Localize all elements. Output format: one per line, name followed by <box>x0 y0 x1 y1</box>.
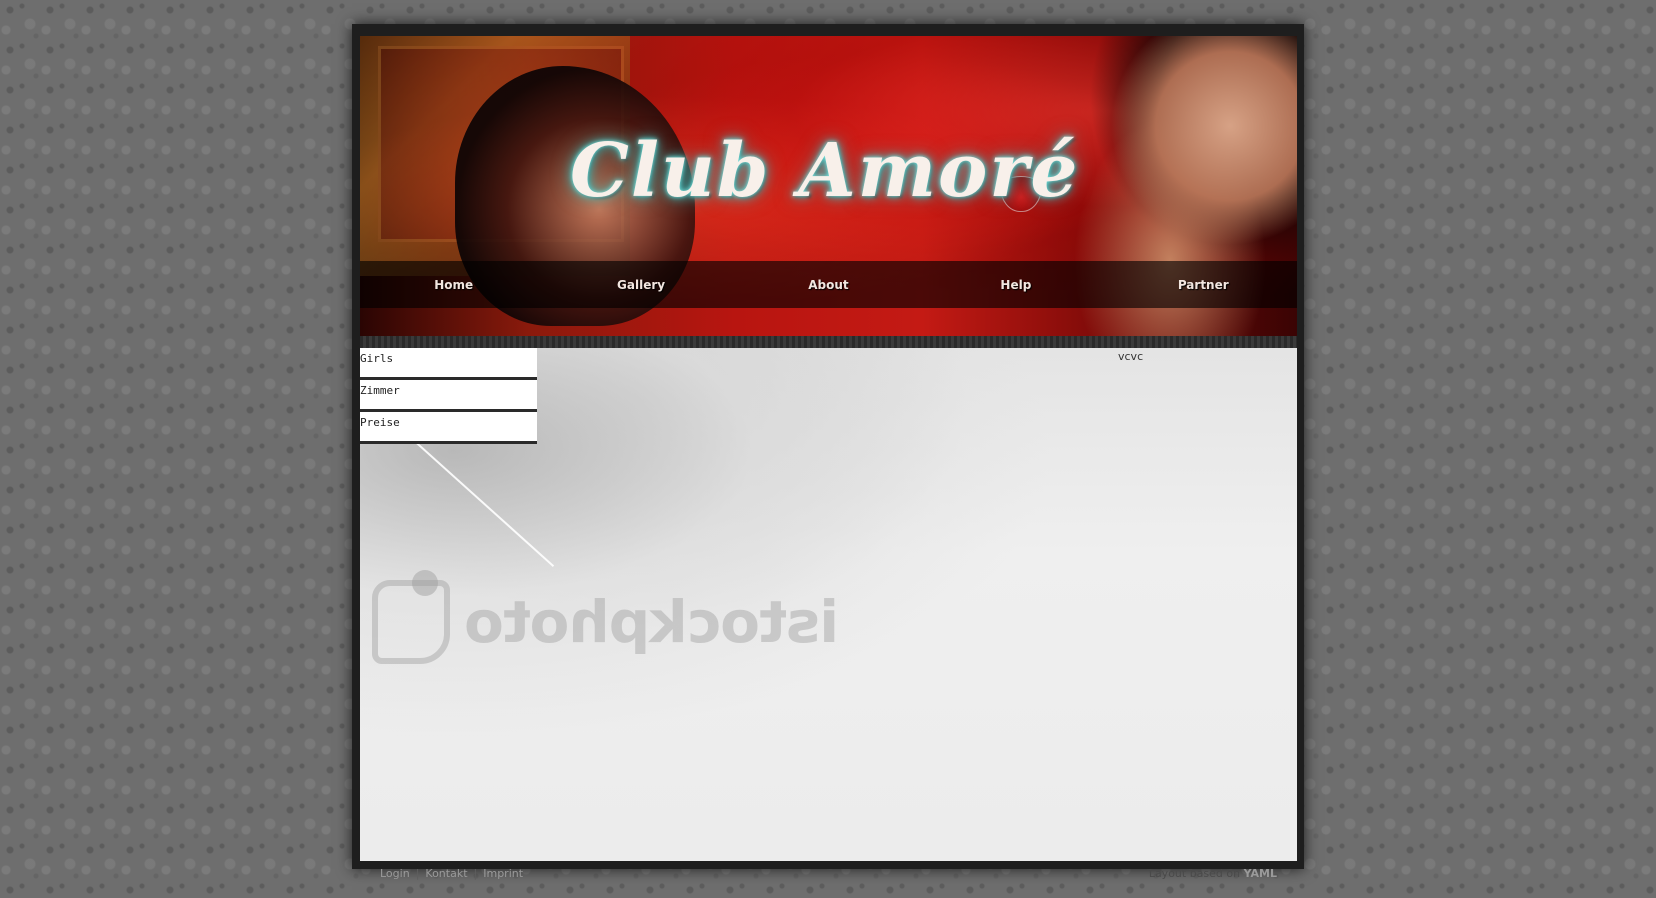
sidebar-menu: Girls Zimmer Preise <box>360 348 537 444</box>
main-content: istockphoto Girls Zimmer Preise vcvc <box>360 348 1297 861</box>
watermark-text: istockphoto <box>465 588 840 656</box>
main-nav: Home Gallery About Help Partner <box>360 261 1297 308</box>
nav-item-partner[interactable]: Partner <box>1143 278 1263 292</box>
footer-credit-brand-link[interactable]: YAML <box>1244 867 1277 880</box>
sidebar-item-preise[interactable]: Preise <box>360 412 537 444</box>
page-frame: Club Amoré Home Gallery About Help Partn… <box>352 24 1304 880</box>
sidebar-item-zimmer[interactable]: Zimmer <box>360 380 537 412</box>
footer-credit: Layout based on YAML <box>1149 867 1277 880</box>
decorative-divider <box>360 336 1297 348</box>
right-column-text: vcvc <box>1118 350 1144 363</box>
site-logo[interactable]: Club Amoré <box>570 128 1077 214</box>
footer: Login | Kontakt | Imprint Layout based on YA… <box>360 861 1297 885</box>
footer-credit-prefix: Layout based on <box>1148 867 1241 880</box>
nav-item-help[interactable]: Help <box>956 278 1076 292</box>
nav-item-home[interactable]: Home <box>394 278 514 292</box>
footer-link-login[interactable]: Login <box>380 867 410 880</box>
sidebar-item-girls[interactable]: Girls <box>360 348 537 380</box>
nav-item-gallery[interactable]: Gallery <box>581 278 701 292</box>
footer-separator: | <box>415 867 420 880</box>
nav-item-about[interactable]: About <box>768 278 888 292</box>
watermark-logo-icon <box>372 580 450 664</box>
footer-links: Login | Kontakt | Imprint <box>380 867 523 880</box>
header-banner: Club Amoré Home Gallery About Help Partn… <box>360 36 1297 336</box>
footer-separator: | <box>473 867 478 880</box>
footer-link-imprint[interactable]: Imprint <box>483 867 523 880</box>
footer-link-kontakt[interactable]: Kontakt <box>425 867 467 880</box>
